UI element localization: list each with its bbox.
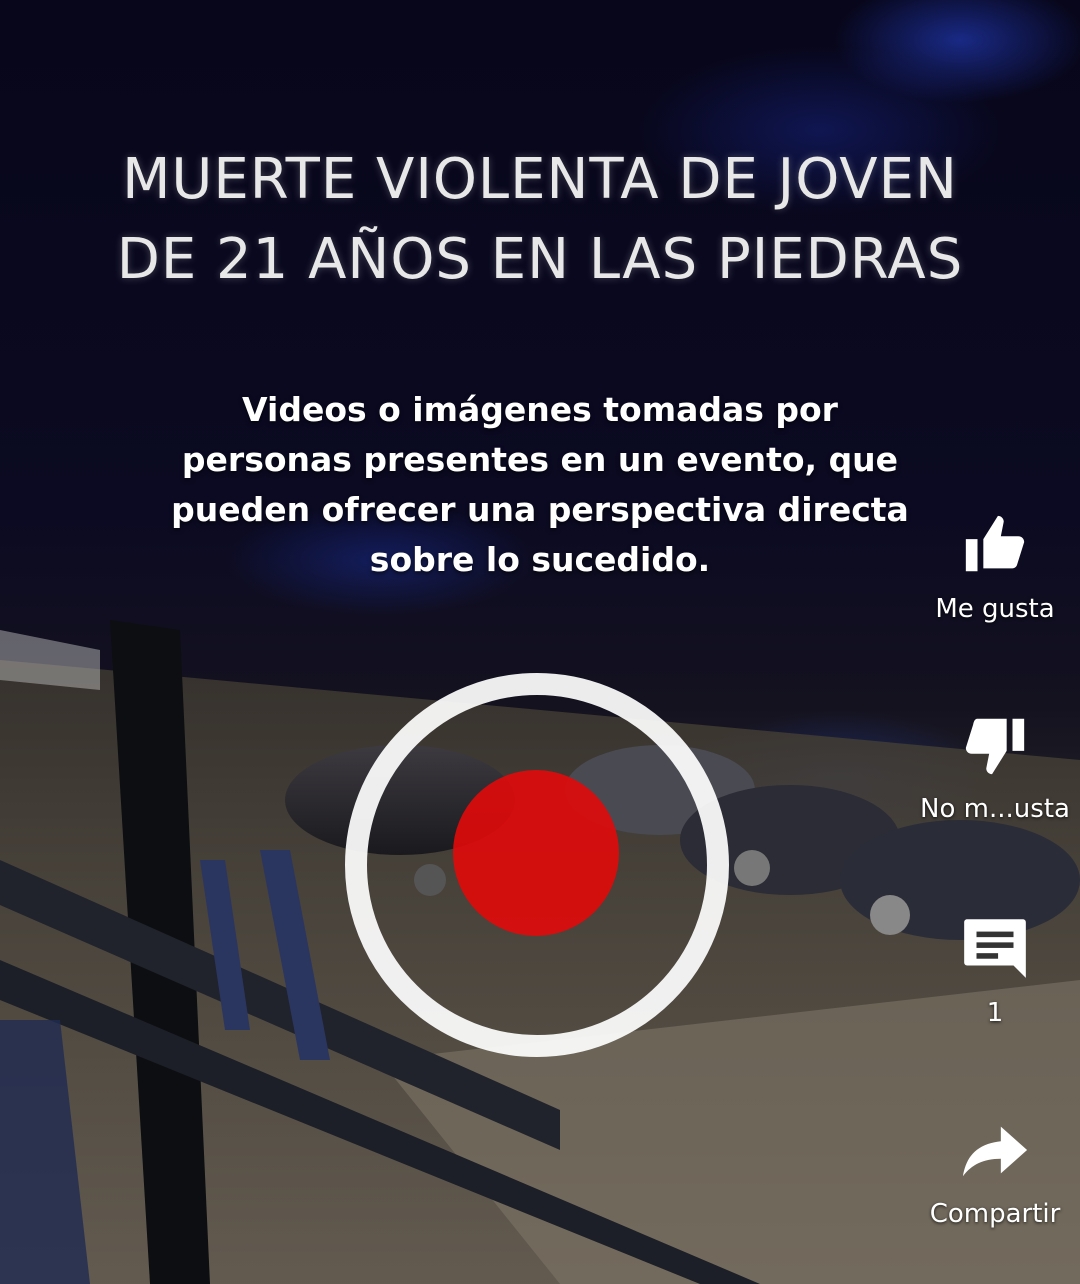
comments-count: 1: [986, 998, 1004, 1028]
short-video-player[interactable]: MUERTE VIOLENTA DE JOVEN DE 21 AÑOS EN L…: [0, 0, 1080, 1284]
comment-icon: [964, 919, 1026, 978]
video-headline: MUERTE VIOLENTA DE JOVEN DE 21 AÑOS EN L…: [116, 147, 964, 292]
like-label: Me gusta: [935, 594, 1055, 624]
thumbs-down-icon: [965, 718, 1025, 775]
share-button[interactable]: Compartir: [910, 1115, 1080, 1229]
dislike-button[interactable]: No m...usta: [910, 710, 1080, 824]
dislike-label: No m...usta: [920, 794, 1070, 824]
video-caption: Videos o imágenes tomadas por personas p…: [171, 390, 909, 579]
comments-button[interactable]: 1: [910, 910, 1080, 1028]
thumbs-up-icon: [965, 515, 1025, 572]
highlight-dot: [453, 770, 619, 936]
share-label: Compartir: [929, 1199, 1061, 1229]
like-button[interactable]: Me gusta: [910, 510, 1080, 624]
share-icon: [962, 1126, 1028, 1177]
